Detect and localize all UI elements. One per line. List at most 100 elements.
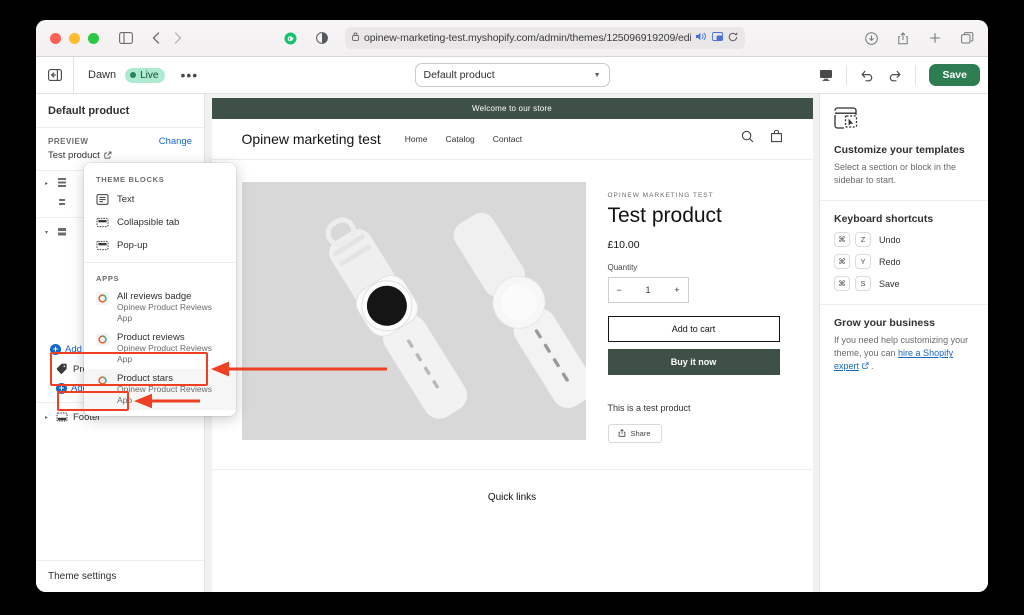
nav-item-contact[interactable]: Contact [493,134,522,144]
popover-item-text[interactable]: Text [84,188,236,211]
toolbar-divider-2 [915,65,917,85]
lock-icon [352,32,359,44]
browser-toolbar-right [860,27,978,49]
opinew-app-icon-2 [96,333,109,346]
quantity-increase-button[interactable]: + [674,285,679,295]
tab-overview-icon[interactable] [956,27,978,49]
plus-circle-icon-2: + [56,383,67,394]
close-window-button[interactable] [50,32,61,44]
section-icon [56,177,68,189]
reader-mode-icon[interactable] [311,27,333,49]
product-vendor: OPINEW MARKETING TEST [607,192,714,199]
audio-playing-icon[interactable] [696,32,707,44]
save-button[interactable]: Save [929,64,980,86]
maximize-window-button[interactable] [88,32,99,44]
share-button-label: Share [630,429,651,438]
product-price: £10.00 [607,239,640,251]
reload-icon[interactable] [728,32,738,45]
search-icon[interactable] [741,130,754,148]
popover-item-popup[interactable]: Pop-up [84,234,236,257]
quantity-stepper[interactable]: − 1 + [607,277,689,303]
popover-item-collapsible-tab[interactable]: Collapsible tab [84,211,236,234]
undo-icon[interactable] [854,63,880,87]
popup-block-icon [96,239,109,252]
share-button[interactable]: Share [607,424,662,443]
keyboard-shortcuts-section: Keyboard shortcuts ⌘ Z Undo ⌘ Y Redo ⌘ S [820,201,988,306]
shortcuts-title: Keyboard shortcuts [834,213,934,226]
product-title: Test product [607,204,722,227]
preview-value-text: Test product [48,150,100,161]
quantity-value[interactable]: 1 [645,285,650,295]
nav-item-catalog[interactable]: Catalog [445,134,474,144]
key-cmd-save: ⌘ [834,276,850,292]
status-dot-icon [130,72,137,78]
downloads-icon[interactable] [860,27,882,49]
customize-title: Customize your templates [834,144,965,156]
exit-editor-icon[interactable] [36,57,74,93]
theme-blocks-header: THEME BLOCKS [96,175,165,184]
popover-item-label-2: Collapsible tab [117,217,180,228]
popover-item-label: Text [117,194,135,205]
popover-item-label-3: Pop-up [117,240,148,251]
template-selector[interactable]: Default product ▼ [414,63,610,87]
preview-change-link[interactable]: Change [159,136,192,147]
theme-settings-button[interactable]: Theme settings [36,560,204,592]
block-icon [56,197,68,209]
popover-app-sub: Opinew Product Reviews App [117,302,212,323]
buy-it-now-button[interactable]: Buy it now [607,349,780,375]
sidebar-toggle-icon[interactable] [115,27,137,49]
inspector-panel: Customize your templates Select a sectio… [819,94,988,592]
minimize-window-button[interactable] [69,32,80,44]
more-actions-button[interactable]: ••• [175,67,203,83]
chevron-right-icon-footer[interactable]: ▸ [42,414,51,421]
editor-body: Default product PREVIEW Change Test prod… [36,94,988,592]
quantity-decrease-button[interactable]: − [617,285,622,295]
section-icon-2 [56,226,68,238]
shortcut-label-redo: Redo [879,256,901,267]
picture-in-picture-icon[interactable] [712,32,723,44]
store-header-icons [741,129,783,148]
redo-icon[interactable] [882,63,908,87]
announcement-bar: Welcome to our store [211,98,813,119]
desktop-preview-icon[interactable] [813,63,839,87]
page-title: Default product [36,94,204,128]
editor-sidebar: Default product PREVIEW Change Test prod… [36,94,236,592]
url-text: opinew-marketing-test.myshopify.com/admi… [364,32,691,44]
cart-icon[interactable] [770,129,783,148]
address-bar[interactable]: opinew-marketing-test.myshopify.com/admi… [345,27,745,49]
key-cmd-redo: ⌘ [834,254,850,270]
shortcut-row-undo: ⌘ Z Undo [834,232,974,248]
add-block-popover: THEME BLOCKS Text Collapsible tab Pop-up… [84,163,236,416]
back-icon[interactable] [145,27,167,49]
desktop-background: opinew-marketing-test.myshopify.com/admi… [0,0,1024,615]
status-badge: Live [125,67,166,83]
forward-icon[interactable] [167,27,189,49]
new-tab-icon[interactable] [924,27,946,49]
shortcut-row-redo: ⌘ Y Redo [834,254,974,270]
tag-icon [56,363,68,375]
preview-pane: Welcome to our store Opinew marketing te… [205,94,819,592]
store-name[interactable]: Opinew marketing test [242,131,381,147]
toolbar-divider [846,65,848,85]
chevron-right-icon[interactable]: ▸ [42,180,51,187]
popover-app-product-reviews[interactable]: Product reviews Opinew Product Reviews A… [84,328,236,369]
popover-app-all-reviews-badge[interactable]: All reviews badge Opinew Product Reviews… [84,287,236,328]
opinew-app-icon-3 [96,374,109,387]
grow-title: Grow your business [834,317,935,330]
editor-toolbar: Dawn Live ••• Default product ▼ Save [36,57,988,94]
grammarly-extension-icon[interactable] [279,27,301,49]
product-image[interactable] [241,182,586,440]
add-to-cart-button[interactable]: Add to cart [607,316,780,342]
product-info: OPINEW MARKETING TEST Test product £10.0… [607,182,783,443]
text-block-icon [96,193,109,206]
storefront-preview[interactable]: Welcome to our store Opinew marketing te… [211,98,813,592]
external-link-icon[interactable] [104,151,112,161]
share-icon[interactable] [892,27,914,49]
key-cmd-undo: ⌘ [834,232,850,248]
grow-body: If you need help customizing your theme,… [834,334,974,373]
popover-app-product-stars[interactable]: Product stars Opinew Product Reviews App [84,369,236,410]
nav-item-home[interactable]: Home [405,134,428,144]
window-controls[interactable] [50,32,99,44]
store-header: Opinew marketing test Home Catalog Conta… [211,119,813,160]
chevron-down-icon-tree[interactable]: ▾ [42,229,51,236]
